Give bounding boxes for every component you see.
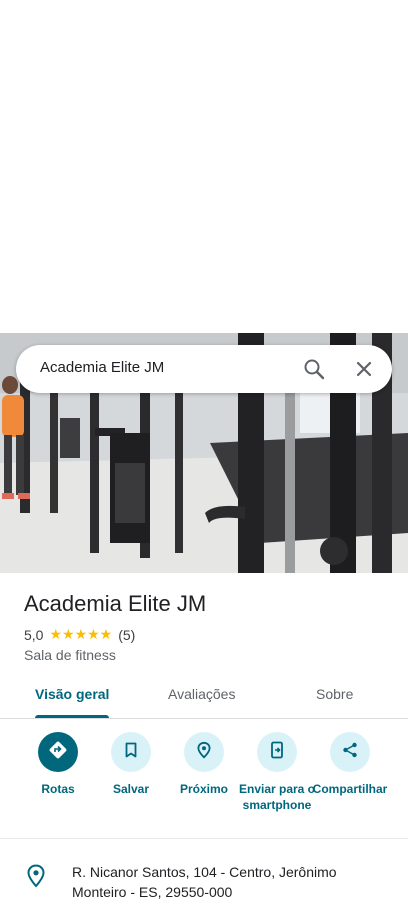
bookmark-icon (122, 741, 140, 764)
close-icon[interactable] (352, 357, 376, 381)
map-area[interactable] (0, 0, 408, 333)
save-label: Salvar (112, 782, 150, 796)
place-category: Sala de fitness (24, 647, 116, 663)
tab-overview[interactable]: Visão geral (35, 686, 109, 702)
search-bar[interactable]: Academia Elite JM (16, 345, 392, 393)
share-label: Compartilhar (312, 782, 388, 796)
tab-indicator (35, 715, 109, 718)
action-buttons: Rotas Salvar Próximo Enviar para o smart… (0, 732, 408, 836)
nearby-button[interactable]: Próximo (164, 732, 244, 797)
location-pin-icon (26, 864, 46, 888)
rating-value: 5,0 (24, 626, 44, 643)
review-count: (5) (118, 626, 136, 643)
directions-icon (48, 740, 68, 765)
divider (0, 838, 408, 839)
address-text: R. Nicanor Santos, 104 - Centro, Jerônim… (72, 864, 337, 900)
address-row[interactable]: R. Nicanor Santos, 104 - Centro, Jerônim… (0, 860, 408, 906)
nearby-label: Próximo (179, 782, 228, 796)
search-input[interactable]: Academia Elite JM (40, 359, 164, 376)
place-title: Academia Elite JM (24, 591, 207, 616)
rating-stars: ★★★★★ (49, 626, 113, 642)
nearby-icon (195, 741, 213, 764)
send-to-phone-label: Enviar para o smartphone (238, 782, 316, 812)
tab-bar: Visão geral Avaliações Sobre (0, 680, 408, 719)
share-icon (341, 741, 359, 764)
share-button[interactable]: Compartilhar (310, 732, 390, 797)
send-to-phone-icon (268, 741, 286, 764)
rating-row[interactable]: 5,0 ★★★★★ (5) (24, 626, 135, 643)
directions-button[interactable]: Rotas (18, 732, 98, 797)
send-to-phone-button[interactable]: Enviar para o smartphone (237, 732, 317, 813)
tab-about[interactable]: Sobre (316, 686, 353, 702)
tab-reviews[interactable]: Avaliações (168, 686, 235, 702)
directions-label: Rotas (41, 782, 75, 796)
search-icon[interactable] (302, 357, 326, 381)
save-button[interactable]: Salvar (91, 732, 171, 797)
